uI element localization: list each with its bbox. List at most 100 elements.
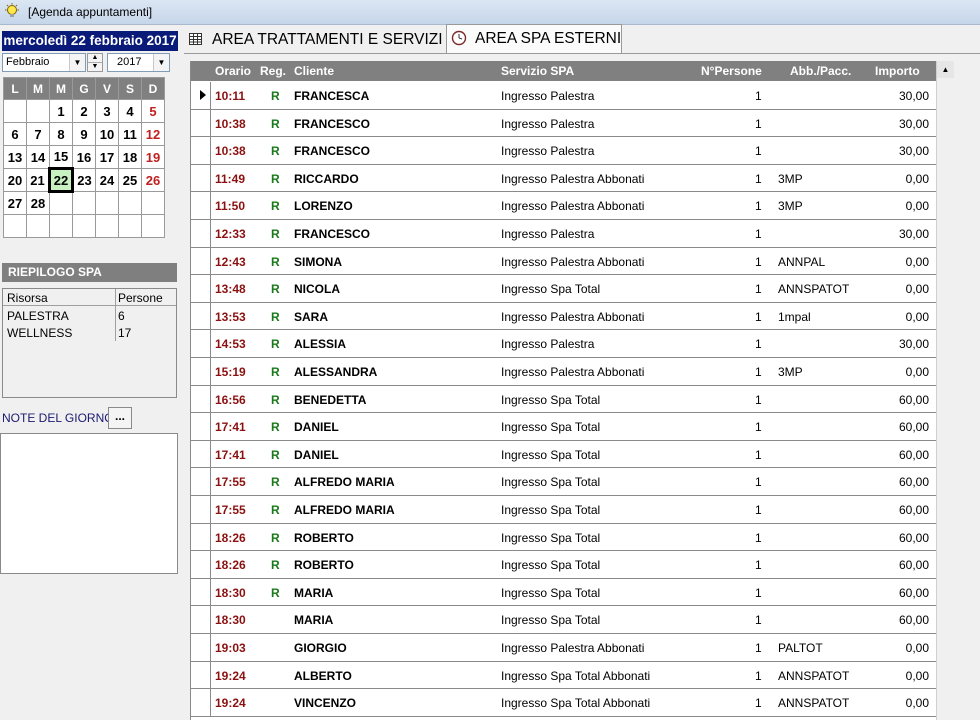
cell-client: SIMONA <box>294 254 342 269</box>
calendar-day[interactable]: 17 <box>95 145 119 169</box>
row-selector[interactable] <box>191 413 211 440</box>
calendar-day[interactable]: 9 <box>72 122 96 146</box>
cell-client: ALFREDO MARIA <box>294 503 395 517</box>
calendar-day[interactable]: 5 <box>141 99 165 123</box>
row-selector[interactable] <box>191 689 211 716</box>
row-selector[interactable] <box>191 302 211 330</box>
table-row[interactable]: 10:38 R FRANCESCO Ingresso Palestra 1 30,00 <box>191 109 937 138</box>
calendar-day[interactable]: 14 <box>26 145 50 169</box>
scroll-up-icon[interactable]: ▲ <box>937 61 954 78</box>
calendar-day[interactable]: 26 <box>141 168 165 192</box>
calendar-day[interactable]: 7 <box>26 122 50 146</box>
table-row[interactable]: 10:11 R FRANCESCA Ingresso Palestra 1 30,00 <box>191 82 937 110</box>
calendar-day[interactable]: 20 <box>3 168 27 192</box>
chevron-down-icon[interactable]: ▼ <box>69 54 85 71</box>
table-row[interactable]: 19:24 ALBERTO Ingresso Spa Total Abbonati 1… <box>191 661 937 690</box>
row-selector[interactable] <box>191 192 211 219</box>
row-selector[interactable] <box>191 496 211 523</box>
table-row[interactable]: 17:41 R DANIEL Ingresso Spa Total 1 60,00 <box>191 413 937 441</box>
table-row[interactable]: 18:26 R ROBERTO Ingresso Spa Total 1 60,00 <box>191 523 937 552</box>
calendar-day[interactable]: 4 <box>118 99 142 123</box>
calendar-day[interactable]: 25 <box>118 168 142 192</box>
calendar-day[interactable]: 6 <box>3 122 27 146</box>
spinner-up-icon[interactable]: ▲ <box>88 54 102 63</box>
table-row[interactable]: 19:24 VINCENZO Ingresso Spa Total Abbonati… <box>191 689 937 717</box>
row-selector[interactable] <box>191 358 211 385</box>
calendar-day[interactable]: 12 <box>141 122 165 146</box>
notes-textarea[interactable] <box>0 433 178 574</box>
table-row[interactable]: 10:38 R FRANCESCO Ingresso Palestra 1 30,00 <box>191 137 937 165</box>
calendar-day[interactable]: 19 <box>141 145 165 169</box>
spinner-down-icon[interactable]: ▼ <box>88 63 102 71</box>
calendar-day[interactable]: 16 <box>72 145 96 169</box>
table-row[interactable]: 12:43 R SIMONA Ingresso Palestra Abbonati 1 A… <box>191 247 937 276</box>
year-select[interactable]: 2017 ▼ <box>107 53 170 72</box>
calendar-day[interactable]: 28 <box>26 191 50 215</box>
notes-button[interactable]: ... <box>108 407 132 429</box>
table-row[interactable]: 13:53 R SARA Ingresso Palestra Abbonati 1 1mp… <box>191 302 937 331</box>
col-amount-header[interactable]: Importo <box>875 64 920 78</box>
table-row[interactable]: 17:55 R ALFREDO MARIA Ingresso Spa Total 1 60… <box>191 496 937 524</box>
table-row[interactable]: 14:53 R ALESSIA Ingresso Palestra 1 30,00 <box>191 330 937 358</box>
row-selector[interactable] <box>191 523 211 551</box>
row-selector[interactable] <box>191 578 211 606</box>
calendar-day[interactable]: 1 <box>49 99 73 123</box>
calendar-day[interactable]: 13 <box>3 145 27 169</box>
cell-client: LORENZO <box>294 199 353 214</box>
tab-trattamenti[interactable]: AREA TRATTAMENTI E SERVIZI <box>184 26 444 53</box>
row-selector[interactable] <box>191 220 211 247</box>
calendar-day[interactable]: 24 <box>95 168 119 192</box>
row-selector[interactable] <box>191 247 211 275</box>
table-row[interactable]: 11:50 R LORENZO Ingresso Palestra Abbonati 1… <box>191 192 937 220</box>
col-service-header[interactable]: Servizio SPA <box>501 64 574 78</box>
col-persons-header[interactable]: N°Persone <box>701 64 762 78</box>
calendar-day[interactable]: 21 <box>26 168 50 192</box>
col-client-header[interactable]: Cliente <box>294 64 334 78</box>
row-selector[interactable] <box>191 109 211 137</box>
calendar-day-selected[interactable]: 22 <box>48 167 74 193</box>
table-row[interactable]: 11:49 R RICCARDO Ingresso Palestra Abbonati… <box>191 164 937 193</box>
cell-reg: R <box>271 558 280 573</box>
chevron-down-icon[interactable]: ▼ <box>153 54 169 71</box>
month-spinner[interactable]: ▲ ▼ <box>87 53 103 72</box>
table-row[interactable]: 15:19 R ALESSANDRA Ingresso Palestra Abbona… <box>191 358 937 386</box>
row-selector[interactable] <box>191 385 211 413</box>
calendar-day[interactable]: 23 <box>72 168 96 192</box>
table-row[interactable]: 13:48 R NICOLA Ingresso Spa Total 1 ANNSPATOT… <box>191 275 937 303</box>
row-selector[interactable] <box>191 275 211 302</box>
table-row[interactable]: 18:30 R MARIA Ingresso Spa Total 1 60,00 <box>191 578 937 607</box>
table-row[interactable]: 17:41 R DANIEL Ingresso Spa Total 1 60,00 <box>191 440 937 469</box>
row-selector[interactable] <box>191 661 211 689</box>
col-time-header[interactable]: Orario <box>215 64 251 78</box>
calendar-day[interactable]: 27 <box>3 191 27 215</box>
calendar-day[interactable]: 10 <box>95 122 119 146</box>
col-abb-header[interactable]: Abb./Pacc. <box>790 64 851 78</box>
row-selector[interactable] <box>191 164 211 192</box>
table-row[interactable]: 12:33 R FRANCESCO Ingresso Palestra 1 30,00 <box>191 220 937 248</box>
table-row[interactable]: 19:03 GIORGIO Ingresso Palestra Abbonati 1 P… <box>191 634 937 662</box>
calendar-day[interactable]: 15 <box>49 145 73 169</box>
vertical-scrollbar[interactable]: ▲ <box>936 61 954 720</box>
table-row[interactable]: 18:26 R ROBERTO Ingresso Spa Total 1 60,00 <box>191 551 937 579</box>
calendar-day[interactable]: 8 <box>49 122 73 146</box>
row-selector[interactable] <box>191 82 211 109</box>
col-people-header: Persone <box>118 291 163 305</box>
table-row[interactable]: 17:55 R ALFREDO MARIA Ingresso Spa Total 1 60… <box>191 468 937 496</box>
row-selector[interactable] <box>191 634 211 661</box>
row-selector[interactable] <box>191 330 211 357</box>
row-selector[interactable] <box>191 468 211 495</box>
row-selector[interactable] <box>191 551 211 578</box>
calendar-day[interactable]: 3 <box>95 99 119 123</box>
row-selector[interactable] <box>191 440 211 468</box>
row-selector[interactable] <box>191 606 211 633</box>
tab-spa-esterni[interactable]: AREA SPA ESTERNI <box>446 24 622 54</box>
col-reg-header[interactable]: Reg. <box>260 64 286 78</box>
month-select[interactable]: Febbraio ▼ <box>2 53 86 72</box>
row-selector[interactable] <box>191 137 211 164</box>
calendar-day[interactable]: 18 <box>118 145 142 169</box>
table-row[interactable]: 16:56 R BENEDETTA Ingresso Spa Total 1 60,00 <box>191 385 937 414</box>
table-row[interactable]: 18:30 MARIA Ingresso Spa Total 1 60,00 <box>191 606 937 634</box>
calendar-day[interactable]: 11 <box>118 122 142 146</box>
cell-persons: 1 <box>755 392 762 407</box>
calendar-day[interactable]: 2 <box>72 99 96 123</box>
